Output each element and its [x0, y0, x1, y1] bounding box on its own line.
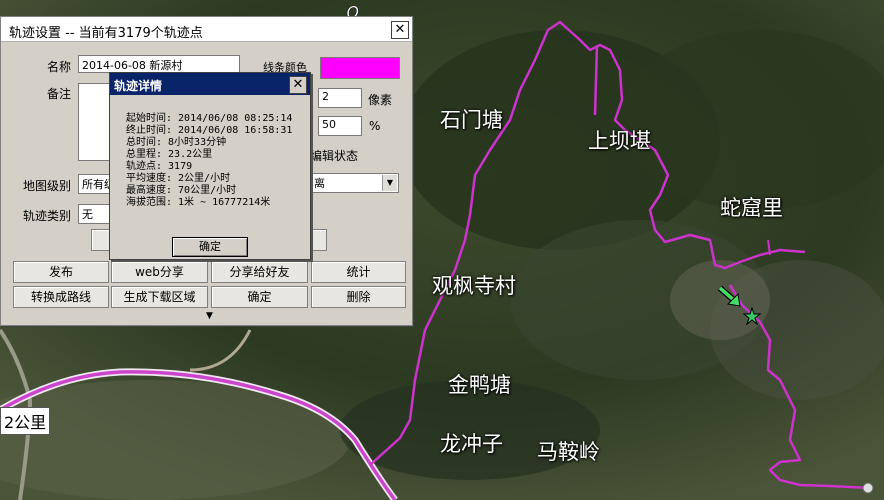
chevron-down-icon[interactable]: ▼: [382, 175, 397, 191]
map-level-select[interactable]: 所有级: [78, 174, 110, 194]
ok-button[interactable]: 确定: [172, 237, 248, 257]
note-label: 备注: [47, 87, 72, 101]
edit-state-label[interactable]: 编辑状态: [310, 147, 358, 164]
distance-value: 离: [314, 177, 325, 190]
place-label: 蛇窟里: [720, 196, 783, 220]
confirm-button[interactable]: 确定: [211, 286, 308, 308]
opacity-unit: %: [369, 119, 381, 133]
distance-select[interactable]: 离 ▼: [310, 173, 399, 193]
dialog-title: 轨迹设置 -- 当前有3179个轨迹点: [9, 26, 203, 41]
place-label: 龙冲子: [440, 432, 503, 456]
place-label: 石门塘: [440, 108, 503, 132]
close-icon[interactable]: ✕: [289, 76, 307, 94]
detail-altitude-range: 海拔范围: 1米 ~ 16777214米: [126, 197, 271, 208]
end-point-icon: [862, 482, 874, 494]
close-icon[interactable]: ✕: [391, 21, 409, 39]
track-type-label: 轨迹类别: [23, 209, 72, 223]
web-share-button[interactable]: web分享: [111, 261, 208, 283]
note-textarea[interactable]: [78, 83, 110, 161]
line-width-input[interactable]: 2: [318, 88, 362, 108]
expand-chevron-icon[interactable]: ▼: [206, 311, 213, 321]
place-label: 马鞍岭: [537, 440, 600, 464]
detail-titlebar[interactable]: 轨迹详情 ✕: [110, 73, 310, 95]
generate-download-area-button[interactable]: 生成下载区域: [111, 286, 208, 308]
hidden-button[interactable]: [91, 229, 111, 251]
name-label: 名称: [47, 60, 72, 74]
name-input[interactable]: 2014-06-08 新源村: [78, 55, 240, 73]
publish-button[interactable]: 发布: [13, 261, 109, 283]
dialog-titlebar[interactable]: 轨迹设置 -- 当前有3179个轨迹点 ✕: [1, 17, 412, 42]
track-type-select[interactable]: 无: [78, 204, 110, 224]
opacity-input[interactable]: 50: [318, 116, 362, 136]
delete-button[interactable]: 删除: [311, 286, 406, 308]
line-width-unit: 像素: [368, 93, 393, 107]
stats-button[interactable]: 统计: [311, 261, 406, 283]
share-friend-button[interactable]: 分享给好友: [211, 261, 308, 283]
convert-route-button[interactable]: 转换成路线: [13, 286, 109, 308]
hidden-button-2[interactable]: [309, 229, 327, 251]
scale-label: 2公里: [0, 407, 51, 435]
line-color-swatch[interactable]: [320, 57, 400, 79]
place-label: 上坝堪: [588, 129, 651, 153]
track-detail-dialog: 轨迹详情 ✕ 起始时间: 2014/06/08 08:25:14 终止时间: 2…: [109, 72, 311, 260]
place-label: 观枫寺村: [432, 274, 516, 298]
map-level-label: 地图级别: [23, 179, 72, 193]
place-label: 金鸭塘: [448, 373, 511, 397]
detail-title: 轨迹详情: [114, 79, 163, 93]
